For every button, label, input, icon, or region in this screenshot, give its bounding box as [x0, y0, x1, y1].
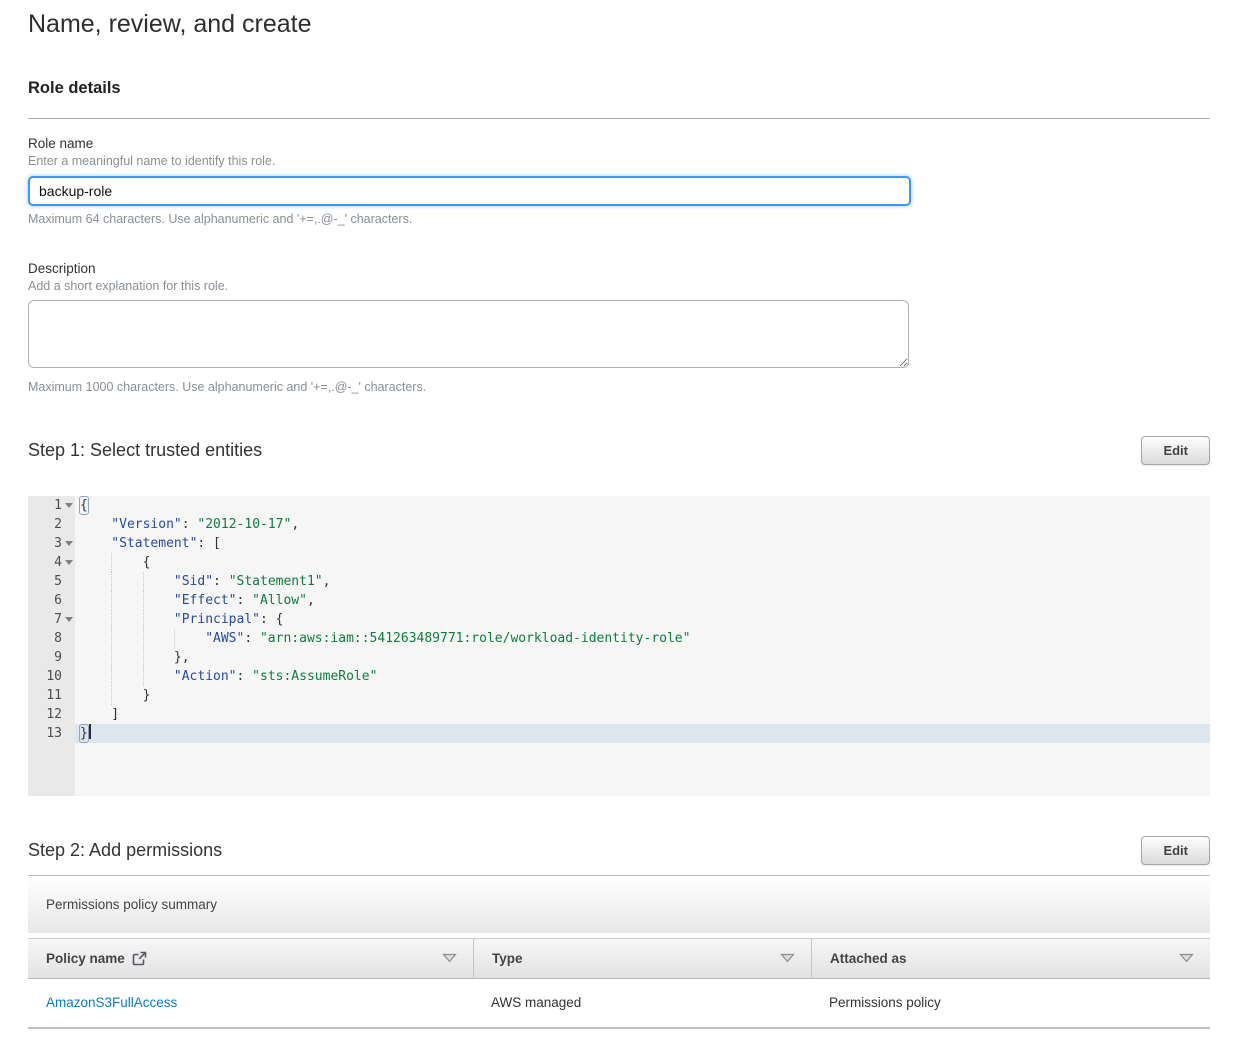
column-label: Policy name [46, 951, 125, 966]
trust-policy-json-editor[interactable]: 1{2"Version": "2012-10-17",3"Statement":… [28, 496, 1210, 796]
sort-icon[interactable] [442, 953, 457, 963]
code-text: "Principal": { [75, 610, 1210, 629]
permissions-summary-title: Permissions policy summary [46, 897, 217, 912]
table-row: AmazonS3FullAccess AWS managed Permissio… [28, 979, 1210, 1029]
description-constraint: Maximum 1000 characters. Use alphanumeri… [28, 380, 1210, 394]
code-line[interactable]: 5"Sid": "Statement1", [28, 572, 1210, 591]
code-line[interactable]: 2"Version": "2012-10-17", [28, 515, 1210, 534]
column-label: Type [492, 951, 523, 966]
attached-as-cell: Permissions policy [811, 995, 1210, 1010]
policy-name-cell: AmazonS3FullAccess [28, 995, 473, 1010]
fold-toggle-icon[interactable] [62, 553, 75, 572]
step1-header-row: Step 1: Select trusted entities Edit [28, 436, 1210, 465]
line-number: 2 [28, 515, 75, 534]
step1-edit-button[interactable]: Edit [1141, 436, 1210, 465]
line-number: 9 [28, 648, 75, 667]
code-text: "AWS": "arn:aws:iam::541263489771:role/w… [75, 629, 1210, 648]
column-header-type[interactable]: Type [473, 939, 811, 978]
description-textarea[interactable] [28, 300, 909, 368]
line-number: 5 [28, 572, 75, 591]
code-line[interactable]: 7"Principal": { [28, 610, 1210, 629]
role-name-label: Role name [28, 136, 1210, 151]
step2-edit-button[interactable]: Edit [1141, 836, 1210, 865]
column-header-attached-as[interactable]: Attached as [811, 939, 1210, 978]
code-text: } [75, 724, 1210, 743]
code-line[interactable]: 4{ [28, 553, 1210, 572]
code-text: "Action": "sts:AssumeRole" [75, 667, 1210, 686]
line-number: 8 [28, 629, 75, 648]
external-link-icon [132, 951, 147, 966]
page-content: Name, review, and create Role details Ro… [0, 0, 1242, 1029]
role-name-input[interactable] [28, 176, 911, 206]
divider [28, 118, 1210, 119]
fold-toggle-icon[interactable] [62, 496, 75, 515]
line-number: 13 [28, 724, 75, 743]
line-number: 12 [28, 705, 75, 724]
line-number: 3 [28, 534, 75, 553]
code-line[interactable]: 6"Effect": "Allow", [28, 591, 1210, 610]
column-header-policy-name[interactable]: Policy name [28, 939, 473, 978]
code-text: "Sid": "Statement1", [75, 572, 1210, 591]
description-label: Description [28, 261, 1210, 276]
line-number: 11 [28, 686, 75, 705]
code-line[interactable]: 12] [28, 705, 1210, 724]
role-details-heading: Role details [28, 79, 1210, 98]
line-number: 7 [28, 610, 75, 629]
line-number: 6 [28, 591, 75, 610]
permissions-table-header: Policy name Type Attached as [28, 938, 1210, 979]
column-label: Attached as [830, 951, 907, 966]
line-number: 1 [28, 496, 75, 515]
permissions-summary-panel: Permissions policy summary [28, 876, 1210, 933]
step2-heading: Step 2: Add permissions [28, 840, 222, 861]
fold-toggle-icon[interactable] [62, 610, 75, 629]
code-text: ] [75, 705, 1210, 724]
code-text: } [75, 686, 1210, 705]
step2-header-row: Step 2: Add permissions Edit [28, 836, 1210, 865]
page-title: Name, review, and create [28, 0, 1210, 39]
code-line[interactable]: 9}, [28, 648, 1210, 667]
policy-type-cell: AWS managed [473, 995, 811, 1010]
code-line[interactable]: 3"Statement": [ [28, 534, 1210, 553]
description-hint: Add a short explanation for this role. [28, 279, 1210, 293]
code-line[interactable]: 13} [28, 724, 1210, 743]
editor-lines: 1{2"Version": "2012-10-17",3"Statement":… [28, 496, 1210, 743]
fold-toggle-icon[interactable] [62, 534, 75, 553]
sort-icon[interactable] [780, 953, 795, 963]
code-line[interactable]: 11} [28, 686, 1210, 705]
code-line[interactable]: 1{ [28, 496, 1210, 515]
code-text: "Effect": "Allow", [75, 591, 1210, 610]
role-name-constraint: Maximum 64 characters. Use alphanumeric … [28, 212, 1210, 226]
code-text: "Statement": [ [75, 534, 1210, 553]
line-number: 4 [28, 553, 75, 572]
code-text: { [75, 553, 1210, 572]
sort-icon[interactable] [1179, 953, 1194, 963]
code-line[interactable]: 8"AWS": "arn:aws:iam::541263489771:role/… [28, 629, 1210, 648]
code-text: }, [75, 648, 1210, 667]
line-number: 10 [28, 667, 75, 686]
code-text: { [75, 496, 1210, 515]
code-text: "Version": "2012-10-17", [75, 515, 1210, 534]
step1-heading: Step 1: Select trusted entities [28, 440, 262, 461]
role-name-hint: Enter a meaningful name to identify this… [28, 154, 1210, 168]
policy-name-link[interactable]: AmazonS3FullAccess [46, 995, 177, 1010]
code-line[interactable]: 10"Action": "sts:AssumeRole" [28, 667, 1210, 686]
